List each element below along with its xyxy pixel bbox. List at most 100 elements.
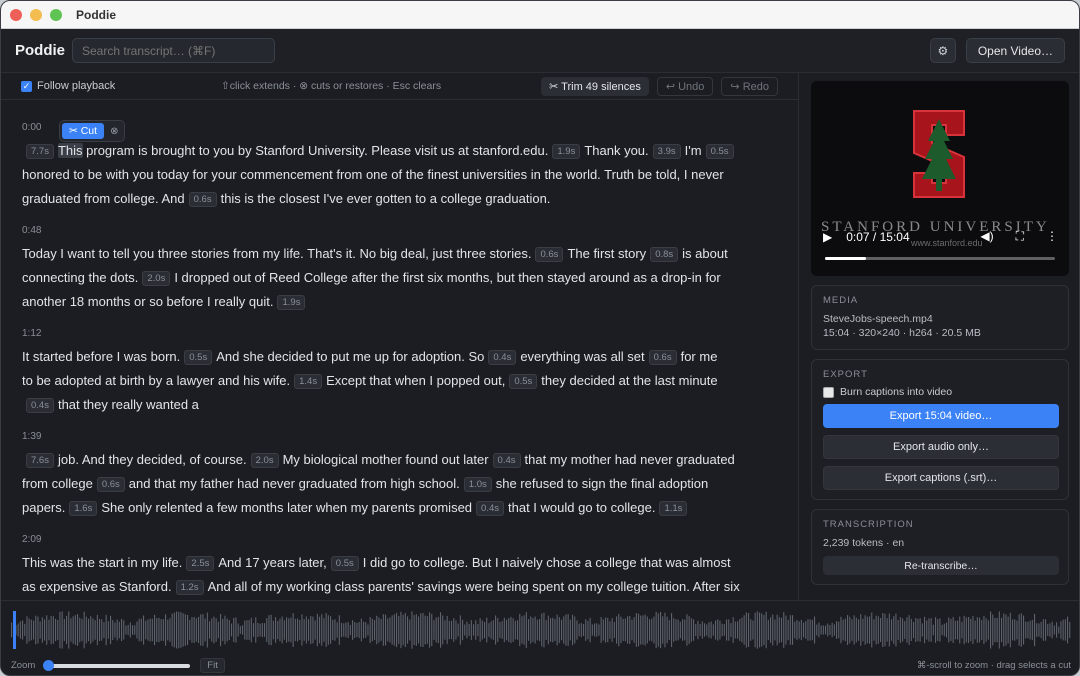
transcript-text[interactable]: another 18 months or so before I really … — [22, 294, 273, 309]
cut-button[interactable]: ✂ Cut — [62, 123, 105, 139]
silence-marker[interactable]: 0.6s — [96, 477, 125, 492]
follow-playback-checkbox[interactable]: ✓ — [21, 80, 32, 92]
fullscreen-icon[interactable]: ⛶ — [1016, 229, 1024, 244]
zoom-slider-knob[interactable] — [43, 659, 55, 671]
transcript-text[interactable]: that they really wanted a — [58, 397, 199, 412]
transcript-text[interactable]: they decided at the last minute — [541, 373, 717, 388]
transcript-text[interactable]: Except that when I popped out, — [326, 373, 505, 388]
transcript-text[interactable]: papers. — [22, 500, 65, 515]
zoom-window-button[interactable] — [50, 8, 62, 21]
transcript-text[interactable]: from college — [22, 476, 93, 491]
burn-captions-toggle[interactable]: Burn captions into video — [823, 386, 1058, 398]
export-card: EXPORT Burn captions into video Export 1… — [811, 359, 1069, 500]
redo-button[interactable]: ↪ Redo — [721, 76, 778, 96]
transcript-text[interactable]: to be adopted at birth by a lawyer and h… — [22, 373, 290, 388]
silence-marker[interactable]: 1.0s — [463, 477, 492, 492]
transcript-text[interactable]: Thank you. — [584, 143, 648, 158]
zoom-slider[interactable] — [43, 659, 191, 671]
transcript-text[interactable]: she refused to sign the final adoption — [496, 476, 708, 491]
paragraph-timestamp[interactable]: 2:09 — [22, 534, 779, 551]
transcript-line: graduated from college. And 0.6s this is t… — [22, 187, 779, 211]
silence-marker[interactable]: 0.8s — [650, 247, 679, 262]
silence-marker[interactable]: 0.6s — [648, 350, 677, 365]
video-player[interactable]: STANFORD UNIVERSITY www.stanford.edu ▶ 0… — [811, 81, 1069, 276]
volume-icon[interactable]: ◀) — [980, 229, 993, 244]
export-video-button[interactable]: Export 15:04 video… — [823, 404, 1059, 428]
transcript-text[interactable]: I dropped out of Reed College after the … — [174, 270, 720, 285]
silence-marker[interactable]: 0.5s — [509, 374, 538, 389]
transcript-text[interactable]: for me — [681, 349, 718, 364]
trim-silences-button[interactable]: ✂ Trim 49 silences — [541, 76, 649, 96]
minimize-window-button[interactable] — [30, 8, 42, 21]
paragraph-timestamp[interactable]: 1:39 — [22, 431, 779, 448]
silence-marker[interactable]: 1.6s — [69, 501, 98, 516]
transcript-text[interactable]: The first story — [567, 246, 646, 261]
waveform[interactable] — [11, 605, 1071, 655]
undo-button[interactable]: ↩ Undo — [656, 76, 714, 96]
transcript-text[interactable]: Today I want to tell you three stories f… — [22, 246, 531, 261]
silence-marker[interactable]: 1.4s — [294, 374, 323, 389]
silence-marker[interactable]: 0.6s — [188, 192, 217, 207]
burn-captions-checkbox[interactable] — [823, 386, 834, 398]
selected-word[interactable]: This — [57, 143, 83, 158]
transcript-text[interactable]: And 17 years later, — [218, 555, 326, 570]
paragraph-timestamp[interactable]: 0:48 — [22, 225, 779, 242]
follow-playback-toggle[interactable]: ✓ Follow playback — [21, 80, 115, 92]
silence-marker[interactable]: 0.6s — [535, 247, 564, 262]
transcript-text[interactable]: and that my father had never graduated f… — [129, 476, 460, 491]
silence-marker[interactable]: 0.4s — [476, 501, 505, 516]
export-captions-button[interactable]: Export captions (.srt)… — [823, 466, 1059, 490]
transcript-text[interactable]: She only relented a few months later whe… — [101, 500, 472, 515]
play-icon[interactable]: ▶ — [823, 230, 832, 244]
transcript-text[interactable]: I did go to college. But I naively chose… — [363, 555, 731, 570]
more-options-icon[interactable]: ⋮ — [1046, 229, 1058, 244]
silence-marker[interactable]: 0.5s — [330, 556, 359, 571]
video-scrubber[interactable] — [825, 257, 1055, 260]
silence-marker[interactable]: 0.5s — [705, 144, 734, 159]
silence-marker[interactable]: 7.6s — [26, 453, 54, 468]
transcript-text[interactable]: that my mother had never graduated — [525, 452, 735, 467]
search-input[interactable] — [72, 38, 275, 63]
paragraph-timestamp[interactable]: 1:12 — [22, 328, 779, 345]
transcript-text[interactable]: connecting the dots. — [22, 270, 138, 285]
transcript-text[interactable]: as expensive as Stanford. — [22, 579, 172, 594]
transcript-text[interactable]: program is brought to you by Stanford Un… — [83, 143, 548, 158]
silence-marker[interactable]: 1.1s — [659, 501, 688, 516]
silence-marker[interactable]: 1.2s — [175, 580, 204, 595]
transcript-text[interactable]: that I would go to college. — [508, 500, 655, 515]
fit-button[interactable]: Fit — [200, 658, 225, 673]
transcript-text[interactable]: This was the start in my life. — [22, 555, 182, 570]
paragraph-timestamp[interactable]: 0:00 — [22, 122, 779, 139]
restore-icon[interactable]: ⊗ — [110, 126, 122, 137]
settings-button[interactable]: ⚙ — [929, 38, 956, 63]
transcript-text[interactable]: And all of my working class parents' sav… — [208, 579, 740, 594]
silence-marker[interactable]: 0.5s — [184, 350, 213, 365]
open-video-button[interactable]: Open Video… — [965, 38, 1065, 63]
silence-marker[interactable]: 0.4s — [26, 398, 54, 413]
transcript-text[interactable]: graduated from college. And — [22, 191, 185, 206]
transcript-text[interactable]: is about — [682, 246, 728, 261]
silence-marker[interactable]: 1.9s — [552, 144, 581, 159]
close-window-button[interactable] — [10, 8, 22, 21]
retranscribe-button[interactable]: Re-transcribe… — [823, 556, 1059, 575]
silence-marker[interactable]: 2.0s — [142, 271, 171, 286]
silence-marker[interactable]: 0.4s — [488, 350, 517, 365]
transcript-text[interactable]: job. And they decided, of course. — [58, 452, 247, 467]
transcript-text[interactable]: honored to be with you today for your co… — [22, 167, 724, 182]
transcript-text[interactable]: everything was all set — [520, 349, 644, 364]
silence-marker[interactable]: 3.9s — [652, 144, 681, 159]
transcript-text[interactable]: And she decided to put me up for adoptio… — [216, 349, 484, 364]
media-label: MEDIA — [823, 295, 859, 306]
export-audio-button[interactable]: Export audio only… — [823, 435, 1059, 459]
silence-marker[interactable]: 0.4s — [492, 453, 521, 468]
transcript-text[interactable]: It started before I was born. — [22, 349, 180, 364]
silence-marker[interactable]: 7.7s — [26, 144, 54, 159]
transcript-text[interactable]: I'm — [685, 143, 702, 158]
export-label: EXPORT — [823, 369, 868, 380]
silence-marker[interactable]: 2.5s — [186, 556, 215, 571]
silence-marker[interactable]: 2.0s — [250, 453, 279, 468]
silence-marker[interactable]: 1.9s — [277, 295, 306, 310]
transcript-line: to be adopted at birth by a lawyer and h… — [22, 369, 779, 393]
transcript-text[interactable]: this is the closest I've ever gotten to … — [221, 191, 551, 206]
transcript-text[interactable]: My biological mother found out later — [283, 452, 489, 467]
